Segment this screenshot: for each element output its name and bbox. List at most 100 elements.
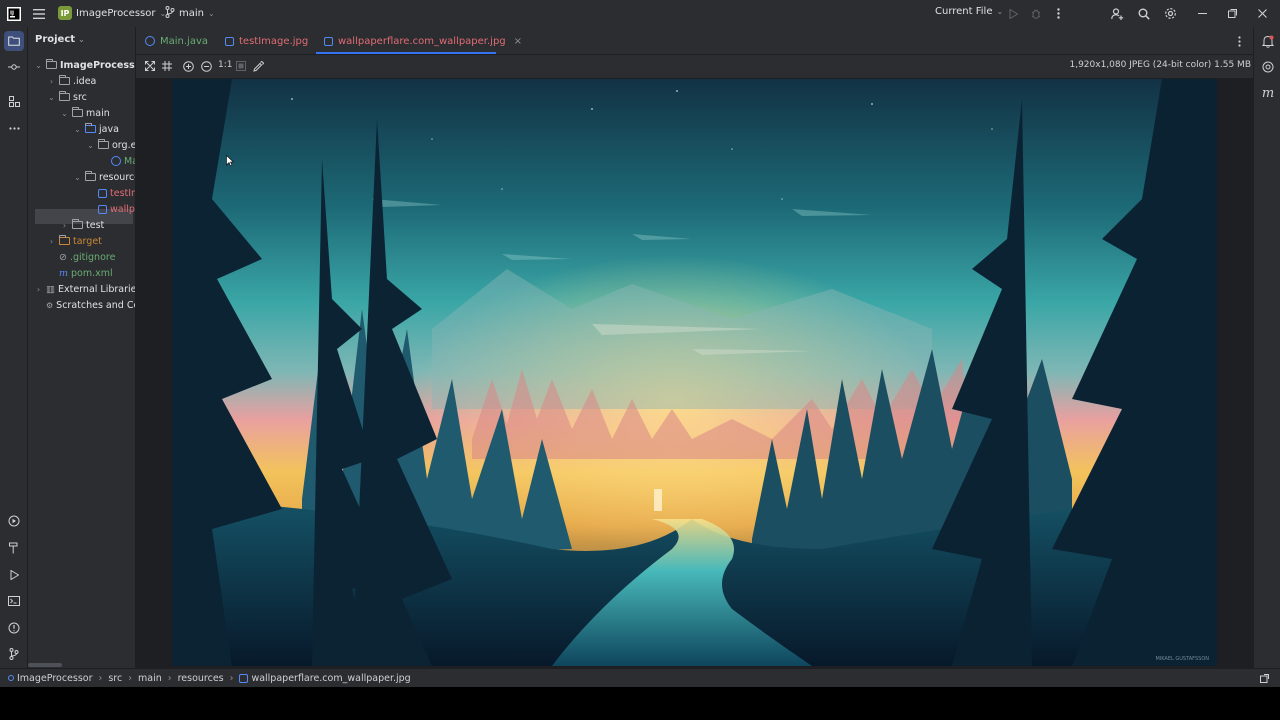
structure-icon[interactable] <box>4 91 24 111</box>
chevron-right-icon[interactable]: › <box>47 77 56 86</box>
bug-icon[interactable] <box>1028 5 1044 22</box>
run-config-selector[interactable]: Current File ⌄ <box>935 6 1003 17</box>
chevron-down-icon: ⌄ <box>208 9 215 18</box>
tree-item[interactable]: ⌄ main <box>60 105 110 121</box>
run-icon[interactable] <box>4 565 24 585</box>
libraries-icon: ▥ <box>46 283 55 295</box>
build-hammer-icon[interactable] <box>4 538 24 558</box>
tree-item[interactable]: ⌄ImageProcessorC <box>34 57 135 73</box>
image-file-icon <box>98 188 107 198</box>
chevron-down-icon[interactable]: ⌄ <box>34 61 43 70</box>
restore-icon[interactable] <box>1224 5 1240 22</box>
chevron-down-icon[interactable]: ⌄ <box>73 125 82 134</box>
tree-item[interactable]: ⊘ .gitignore <box>47 249 115 265</box>
search-icon[interactable] <box>1135 5 1153 22</box>
chevron-right-icon: › <box>98 672 103 684</box>
color-picker-icon[interactable] <box>251 59 265 73</box>
tree-item[interactable]: ⌄ java <box>73 121 119 137</box>
folder-icon <box>59 235 70 245</box>
more-vertical-icon[interactable] <box>1233 33 1245 49</box>
tree-item[interactable]: › test <box>60 217 104 233</box>
background-icon[interactable] <box>234 59 248 73</box>
tree-item-label: Mai <box>124 155 135 167</box>
tree-item[interactable]: wallpa <box>86 201 135 217</box>
image-file-icon <box>239 673 249 683</box>
add-user-icon[interactable] <box>1108 5 1126 22</box>
breadcrumb-item[interactable]: wallpaperflare.com_wallpaper.jpg <box>239 673 411 684</box>
actual-size-button[interactable]: 1:1 <box>218 60 232 70</box>
zoom-in-icon[interactable] <box>181 59 195 73</box>
tree-item-label: target <box>73 235 102 247</box>
chevron-right-icon[interactable]: › <box>34 285 43 294</box>
ai-assistant-icon[interactable] <box>1258 57 1278 77</box>
chevron-down-icon[interactable]: ⌄ <box>86 141 95 150</box>
project-name: ImageProcessor <box>76 7 156 19</box>
problems-icon[interactable] <box>4 618 24 638</box>
notifications-icon[interactable] <box>1258 31 1278 51</box>
tab-main-java[interactable]: Main.java <box>145 27 208 55</box>
breadcrumb-item[interactable]: resources <box>178 673 224 684</box>
chevron-right-icon: › <box>167 672 172 684</box>
chevron-right-icon[interactable]: › <box>60 221 69 230</box>
play-icon[interactable] <box>1005 5 1021 22</box>
tree-item-label: main <box>86 107 110 119</box>
more-vertical-icon[interactable] <box>1050 5 1066 22</box>
branch-name: main <box>179 8 204 19</box>
services-icon[interactable] <box>4 511 24 531</box>
hamburger-icon[interactable] <box>30 5 48 22</box>
zoom-out-icon[interactable] <box>199 59 213 73</box>
gear-icon[interactable] <box>1161 5 1179 22</box>
maven-icon[interactable]: m <box>1258 83 1278 103</box>
tree-item-label: pom.xml <box>71 267 113 279</box>
project-tool-window-icon[interactable] <box>4 31 24 51</box>
project-view-selector[interactable]: Project ⌄ <box>35 34 85 45</box>
tree-item[interactable]: › .idea <box>47 73 96 89</box>
title-bar: IJ IP ImageProcessor ⌄ main ⌄ Current Fi… <box>0 0 1280 27</box>
grid-icon[interactable] <box>160 59 174 73</box>
more-horizontal-icon[interactable] <box>4 118 24 138</box>
tab-testimage-jpg[interactable]: testImage.jpg <box>225 27 308 55</box>
project-panel-title: Project <box>35 34 76 45</box>
tree-item[interactable]: › target <box>47 233 102 249</box>
image-file-icon <box>324 36 333 46</box>
expand-icon[interactable] <box>1258 672 1270 684</box>
project-selector[interactable]: IP ImageProcessor ⌄ <box>58 6 166 20</box>
close-icon[interactable]: × <box>514 36 522 47</box>
tab-label: Main.java <box>160 35 209 47</box>
image-signature: MIKAEL GUSTAFSSON <box>1155 656 1209 662</box>
tree-item[interactable]: m pom.xml <box>47 265 113 281</box>
active-tab-indicator <box>316 52 496 54</box>
tree-item[interactable]: ⚙Scratches and Con <box>34 297 135 313</box>
horizontal-scrollbar[interactable] <box>28 663 62 667</box>
breadcrumb-item[interactable]: ImageProcessor <box>8 673 93 684</box>
breadcrumb-item[interactable]: main <box>138 673 162 684</box>
tree-item-label: External Libraries <box>57 283 136 295</box>
commit-icon[interactable] <box>4 57 24 77</box>
folder-icon <box>72 107 83 117</box>
svg-text:IJ: IJ <box>10 10 14 16</box>
chevron-right-icon[interactable]: › <box>47 237 56 246</box>
tree-item[interactable]: ⌄ org.ex <box>86 137 135 153</box>
close-icon[interactable] <box>1254 5 1270 22</box>
chevron-down-icon[interactable]: ⌄ <box>73 173 82 182</box>
minimize-icon[interactable] <box>1194 5 1210 22</box>
tree-item[interactable]: Mai <box>99 153 135 169</box>
fit-zoom-icon[interactable] <box>143 59 157 73</box>
tree-item[interactable]: ⌄ resources <box>73 169 135 185</box>
tree-item[interactable]: ⌄ src <box>47 89 87 105</box>
tree-item[interactable]: testIm <box>86 185 135 201</box>
app-logo-icon[interactable]: IJ <box>6 6 21 21</box>
vcs-branch-selector[interactable]: main ⌄ <box>165 6 215 21</box>
tab-wallpaper-jpg[interactable]: wallpaperflare.com_wallpaper.jpg × <box>324 27 522 55</box>
chevron-down-icon[interactable]: ⌄ <box>47 93 56 102</box>
tree-item-label: Scratches and Con <box>56 299 135 311</box>
tree-item[interactable]: › ▥ External Libraries <box>34 281 136 297</box>
breadcrumb-item[interactable]: src <box>108 673 122 684</box>
image-editor-toolbar: 1:1 1,920x1,080 JPEG (24-bit color) 1.55… <box>136 55 1253 78</box>
chevron-down-icon[interactable]: ⌄ <box>60 109 69 118</box>
git-icon[interactable] <box>4 644 24 664</box>
chevron-down-icon: ⌄ <box>996 7 1004 16</box>
terminal-icon[interactable] <box>4 591 24 611</box>
run-config-label: Current File <box>935 6 993 17</box>
tree-item-label: .idea <box>73 75 97 87</box>
